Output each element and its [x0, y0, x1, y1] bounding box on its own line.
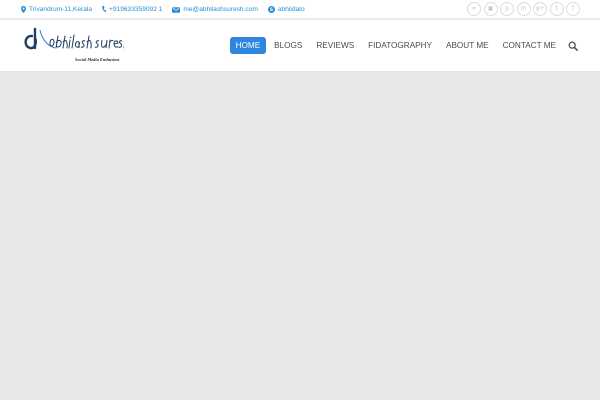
phone-text: +919633359092 1 [109, 6, 163, 13]
nav-item-reviews[interactable]: REVIEWS [310, 37, 360, 54]
email-item[interactable]: me@abhilashsuresh.com [172, 6, 258, 13]
link-icon[interactable]: ∞ [467, 2, 481, 16]
linkedin-icon[interactable]: in [516, 2, 531, 16]
phone-icon [102, 6, 107, 12]
twitter-icon[interactable]: t [549, 2, 564, 16]
google-plus-icon[interactable]: g+ [533, 2, 547, 16]
skype-text: abhildato [277, 6, 305, 13]
social-links: ∞ ▣ p in g+ t f [465, 2, 580, 17]
logo-tagline: Social Media Enthusiast [75, 57, 120, 62]
nav-item-fidatography[interactable]: FIDATOGRAPHY [362, 37, 438, 54]
nav-item-home[interactable]: HOME [229, 37, 267, 54]
svg-text:S: S [270, 7, 273, 13]
email-text: me@abhilashsuresh.com [183, 6, 258, 13]
skype-icon: S [267, 6, 275, 13]
nav-item-contact-me[interactable]: CONTACT ME [497, 37, 562, 54]
main-nav: HOME BLOGS REVIEWS FIDATOGRAPHY ABOUT ME… [228, 37, 562, 54]
envelope-icon [172, 6, 181, 13]
instagram-icon[interactable]: ▣ [483, 2, 498, 16]
main-content-area [0, 72, 600, 400]
contact-info: Trivandrum-11,Kerala +919633359092 1 me@… [21, 0, 315, 19]
facebook-icon[interactable]: f [566, 2, 580, 16]
nav-item-blogs[interactable]: BLOGS [268, 37, 308, 54]
pinterest-icon[interactable]: p [500, 2, 514, 16]
nav-item-about-me[interactable]: ABOUT ME [440, 37, 495, 54]
map-marker-icon [21, 6, 26, 13]
site-header: Social Media Enthusiast HOME BLOGS REVIE… [0, 20, 600, 72]
skype-item[interactable]: S abhildato [267, 6, 305, 13]
top-bar: Trivandrum-11,Kerala +919633359092 1 me@… [0, 0, 600, 19]
location-text: Trivandrum-11,Kerala [29, 6, 93, 13]
search-icon[interactable] [568, 41, 578, 51]
location-item: Trivandrum-11,Kerala [21, 6, 92, 13]
phone-item[interactable]: +919633359092 1 [102, 6, 162, 13]
